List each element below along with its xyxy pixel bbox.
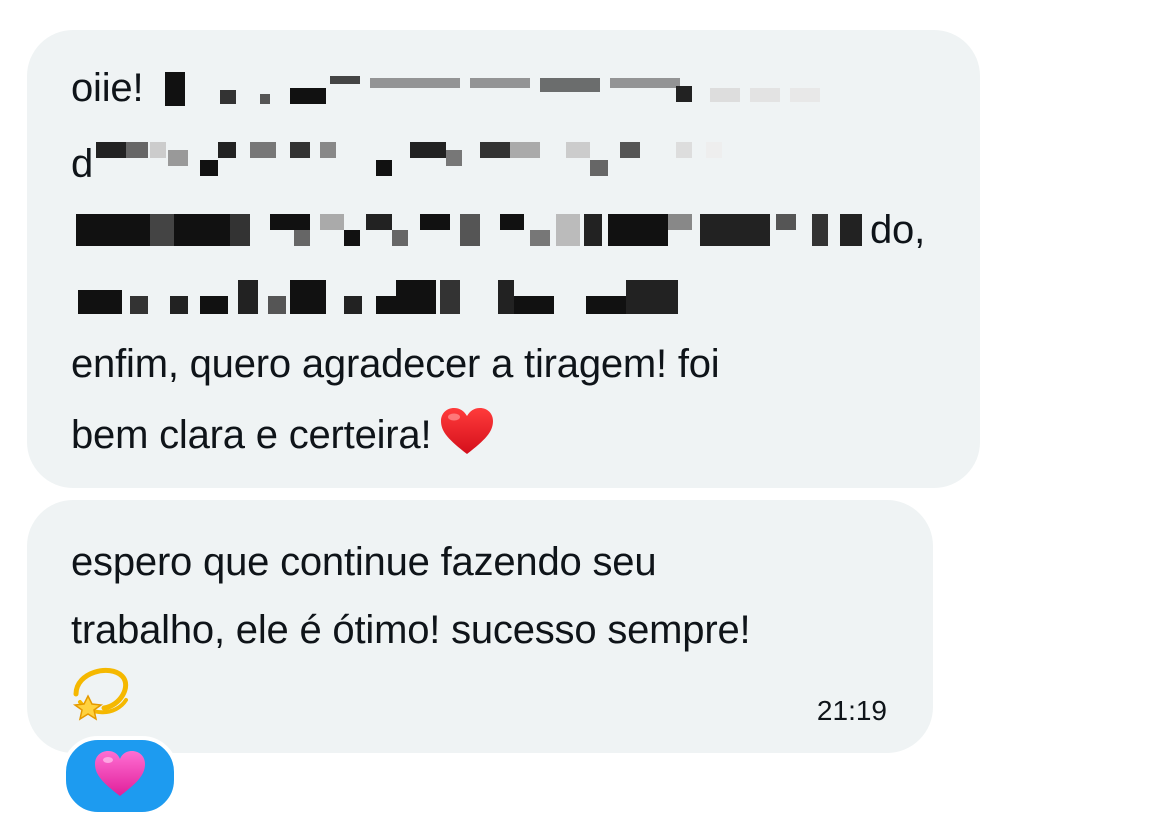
- message-1-line-5: enfim, quero agradecer a tiragem! foi: [71, 340, 720, 388]
- message-1-greeting: oiie!: [71, 66, 144, 110]
- message-2-text-2: trabalho, ele é ótimo! sucesso sempre!: [71, 608, 751, 652]
- dizzy-star-icon: [70, 660, 132, 722]
- message-1-line-3-visible: do,: [870, 208, 926, 252]
- reaction-button[interactable]: [62, 736, 178, 816]
- message-1-closing-text: bem clara e certeira!: [71, 413, 432, 457]
- message-timestamp: 21:19: [816, 695, 887, 726]
- message-1-thanks-text: enfim, quero agradecer a tiragem! foi: [71, 342, 720, 386]
- red-heart-icon: [439, 406, 495, 456]
- message-1-line-3: do,: [870, 206, 925, 254]
- message-1-line-1: oiie!: [71, 64, 144, 112]
- message-1-line-2-visible: d: [71, 142, 94, 186]
- message-2-line-2: trabalho, ele é ótimo! sucesso sempre!: [71, 606, 751, 654]
- message-1-line-6: bem clara e certeira!: [71, 406, 495, 459]
- message-1-line-2: d: [71, 140, 93, 188]
- pink-heart-icon: [93, 749, 147, 804]
- message-2-text-1: espero que continue fazendo seu: [71, 540, 657, 584]
- message-2-line-1: espero que continue fazendo seu: [71, 538, 657, 586]
